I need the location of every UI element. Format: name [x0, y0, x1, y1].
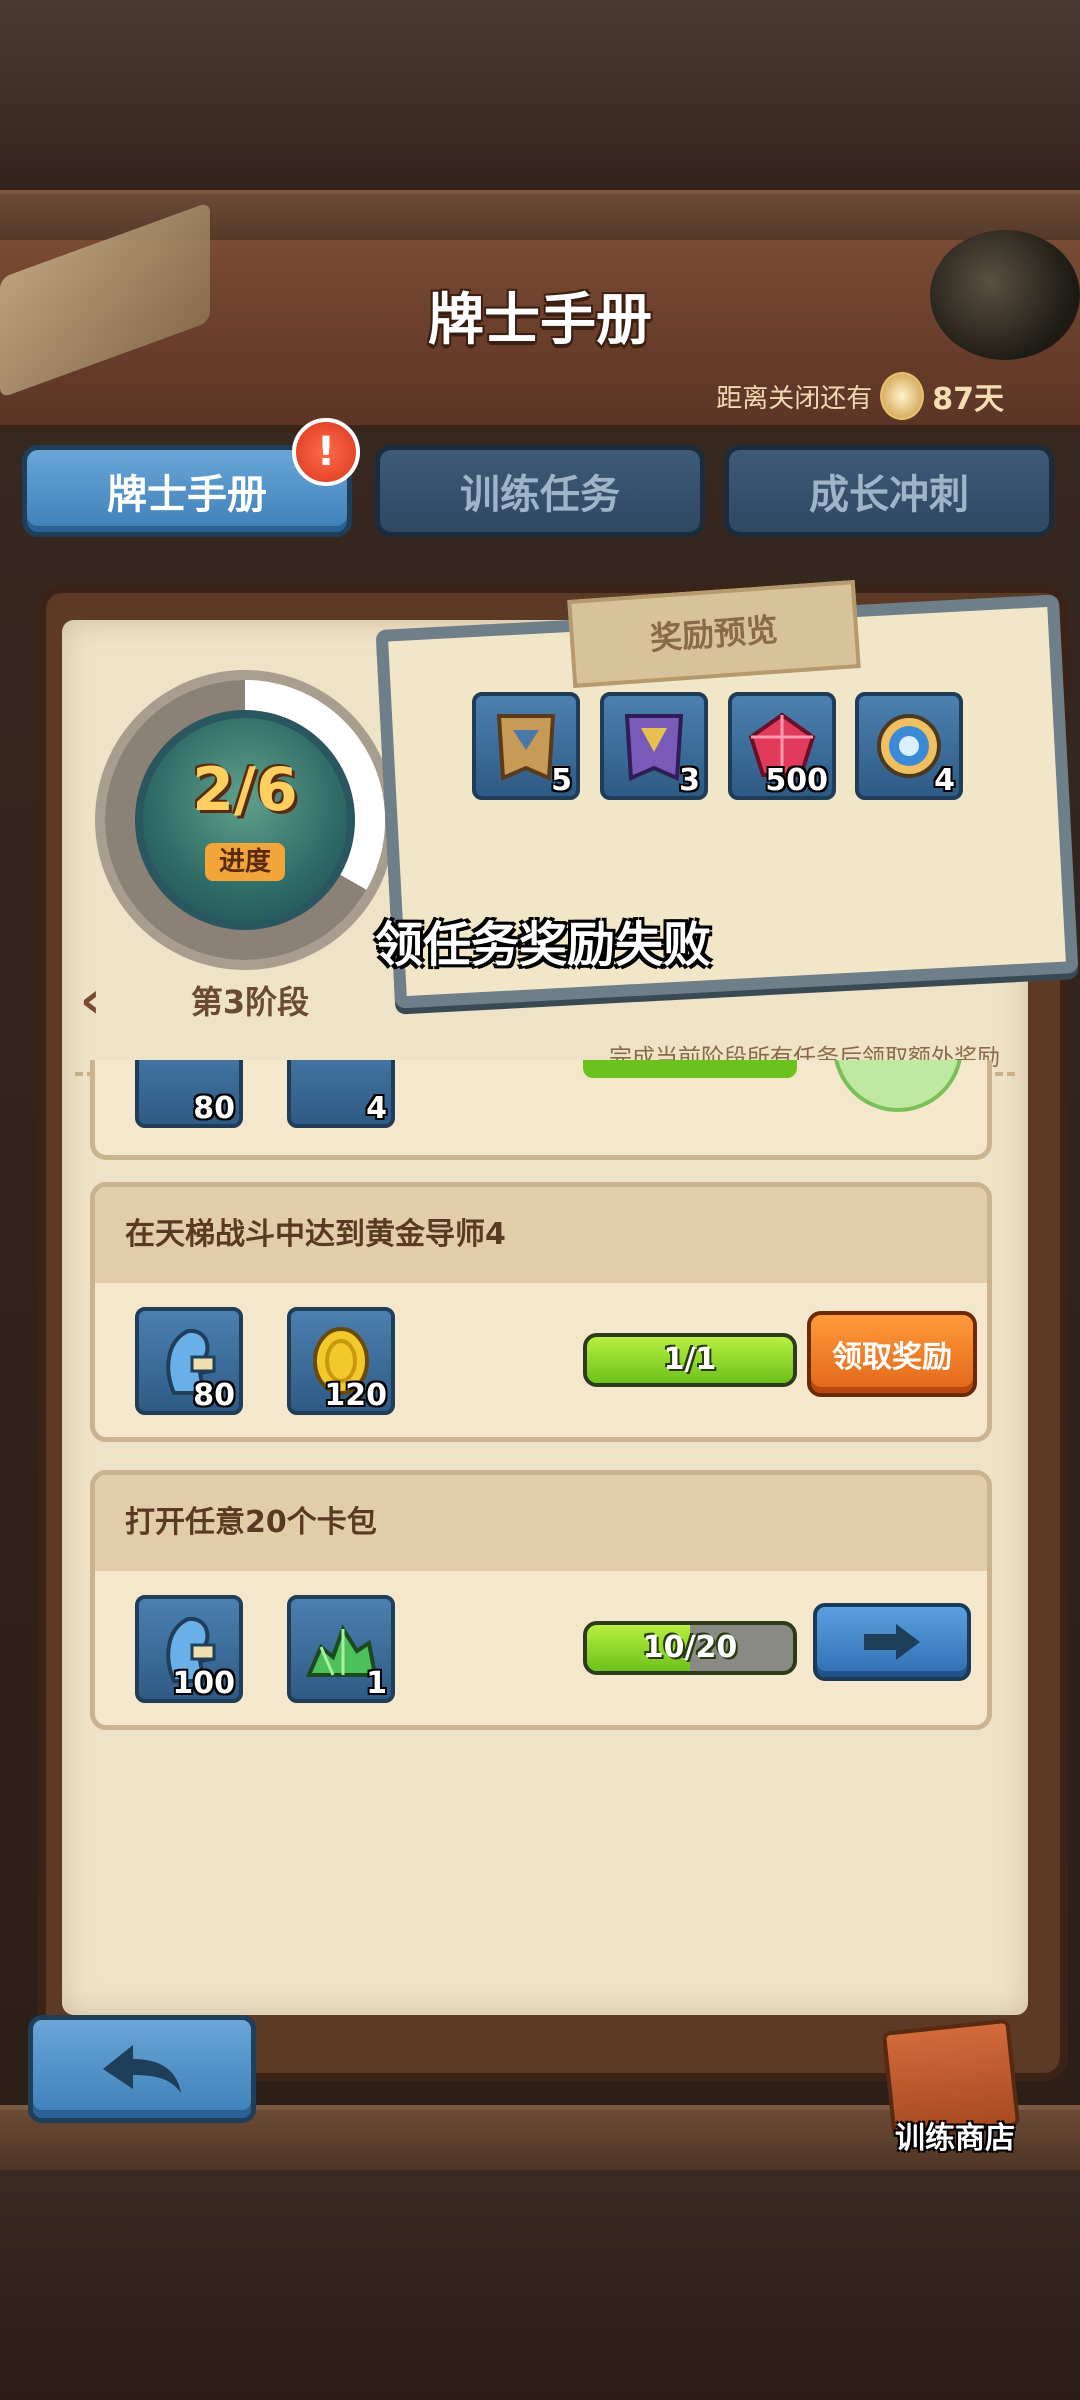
gold-coin-icon: 120	[287, 1307, 395, 1415]
task-card: 在天梯战斗中达到黄金导师4 80 120 1/1 领取奖励	[90, 1182, 992, 1442]
close-countdown: 距离关闭还有 87天	[716, 372, 1004, 420]
progress-label: 进度	[205, 843, 285, 881]
tab-training-tasks[interactable]: 训练任务	[375, 445, 705, 537]
countdown-days: 87天	[932, 382, 1004, 417]
task-title: 打开任意20个卡包	[95, 1475, 987, 1571]
brown-card-pack-icon[interactable]: 5	[472, 692, 580, 800]
training-shop-button[interactable]: 训练商店	[875, 2005, 1035, 2156]
trainer-xp-icon: 100	[135, 1595, 243, 1703]
hourglass-icon	[880, 372, 925, 420]
task-progress-bar: 1/1	[583, 1333, 797, 1387]
stage-selector: ‹ 第3阶段 ›	[80, 971, 420, 1029]
tab-label: 成长冲刺	[809, 472, 969, 518]
claim-reward-label: 领取奖励	[832, 1340, 952, 1375]
trainer-xp-icon: 80	[135, 1307, 243, 1415]
stage-label: 第3阶段	[190, 983, 310, 1021]
reward-qty: 4	[934, 763, 955, 798]
progress-value: 2/6	[192, 755, 298, 825]
green-gem-pile-icon: 1	[287, 1595, 395, 1703]
reward-qty: 100	[172, 1666, 235, 1701]
gold-coin-icon: 4	[287, 1060, 395, 1128]
reward-qty: 80	[193, 1091, 235, 1126]
toast-message: 领任务奖励失败	[375, 917, 712, 973]
reward-qty: 5	[551, 763, 572, 798]
red-gem-icon[interactable]: 500	[728, 692, 836, 800]
page-title: 牌士手册	[428, 288, 652, 353]
bottom-wood-background	[0, 2170, 1080, 2400]
shop-label: 训练商店	[895, 2121, 1015, 2156]
tab-label: 牌士手册	[107, 472, 267, 518]
purple-card-pack-icon[interactable]: 3	[600, 692, 708, 800]
task-title: 在天梯战斗中达到黄金导师4	[95, 1187, 987, 1283]
tab-growth-sprint[interactable]: 成长冲刺	[724, 445, 1054, 537]
reward-qty: 4	[366, 1091, 387, 1126]
rainbow-orb-icon[interactable]: 4	[855, 692, 963, 800]
reward-qty: 1	[366, 1666, 387, 1701]
task-progress-text: 1/1	[663, 1342, 717, 1377]
back-button[interactable]	[28, 2015, 256, 2123]
reward-qty: 120	[324, 1378, 387, 1413]
reward-qty: 80	[193, 1378, 235, 1413]
go-arrow-icon	[864, 1624, 920, 1660]
reward-qty: 500	[765, 763, 828, 798]
back-arrow-icon	[103, 2045, 181, 2093]
trainer-xp-icon: 80	[135, 1060, 243, 1128]
task-card: 打开任意20个卡包 100 1 10/20	[90, 1470, 992, 1730]
claim-reward-button[interactable]: 领取奖励	[807, 1311, 977, 1397]
task-progress-bar: 10/20	[583, 1621, 797, 1675]
task-progress-text: 10/20	[642, 1630, 738, 1665]
tab-label: 训练任务	[460, 472, 620, 518]
completed-stamp-icon	[833, 1060, 963, 1112]
task-card-partial: 80 4	[90, 1060, 992, 1160]
go-button[interactable]	[813, 1603, 971, 1681]
alert-badge-icon: !	[292, 418, 360, 486]
progress-bar-partial	[583, 1060, 797, 1078]
chevron-left-icon[interactable]: ‹	[80, 971, 101, 1029]
reward-qty: 3	[679, 763, 700, 798]
countdown-label: 距离关闭还有	[716, 383, 873, 414]
